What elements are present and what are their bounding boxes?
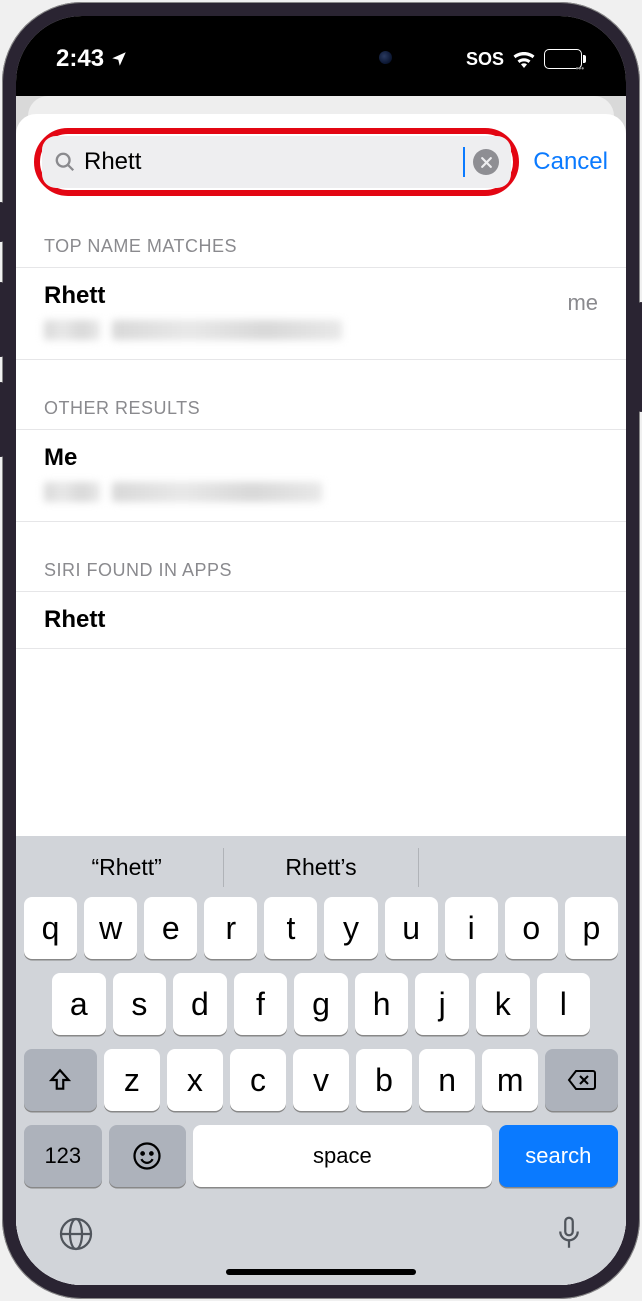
home-indicator[interactable] bbox=[226, 1269, 416, 1275]
redacted-text bbox=[112, 320, 342, 340]
battery-percent: 31 bbox=[556, 51, 570, 66]
key-l[interactable]: l bbox=[537, 973, 591, 1035]
results-list: TOP NAME MATCHES Rhett me OTHER RESULTS … bbox=[16, 206, 626, 836]
key-b[interactable]: b bbox=[356, 1049, 412, 1111]
text-cursor bbox=[463, 147, 465, 177]
status-time: 2:43 bbox=[56, 45, 104, 73]
section-header-siri: SIRI FOUND IN APPS bbox=[16, 560, 626, 592]
power-button bbox=[638, 302, 642, 412]
key-f[interactable]: f bbox=[234, 973, 288, 1035]
key-row-1: qwertyuiop bbox=[22, 897, 620, 959]
sos-label: SOS bbox=[466, 49, 504, 70]
key-e[interactable]: e bbox=[144, 897, 197, 959]
wifi-icon bbox=[512, 50, 536, 68]
dynamic-island bbox=[236, 34, 406, 80]
key-d[interactable]: d bbox=[173, 973, 227, 1035]
redacted-text bbox=[44, 320, 100, 340]
key-c[interactable]: c bbox=[230, 1049, 286, 1111]
redacted-text bbox=[44, 482, 100, 502]
keyboard: “Rhett” Rhett’s qwertyuiop asdfghjkl zxc… bbox=[16, 836, 626, 1285]
annotation-highlight bbox=[34, 128, 519, 196]
key-w[interactable]: w bbox=[84, 897, 137, 959]
me-badge: me bbox=[567, 290, 598, 316]
key-t[interactable]: t bbox=[264, 897, 317, 959]
key-h[interactable]: h bbox=[355, 973, 409, 1035]
search-input[interactable] bbox=[84, 148, 461, 176]
section-header-top: TOP NAME MATCHES bbox=[16, 236, 626, 268]
suggestion-2[interactable]: Rhett’s bbox=[224, 848, 418, 887]
redacted-text bbox=[112, 482, 322, 502]
key-p[interactable]: p bbox=[565, 897, 618, 959]
key-z[interactable]: z bbox=[104, 1049, 160, 1111]
volume-down-button bbox=[0, 382, 4, 457]
search-icon bbox=[54, 151, 76, 173]
key-x[interactable]: x bbox=[167, 1049, 223, 1111]
key-i[interactable]: i bbox=[445, 897, 498, 959]
volume-up-button bbox=[0, 282, 4, 357]
key-q[interactable]: q bbox=[24, 897, 77, 959]
key-s[interactable]: s bbox=[113, 973, 167, 1035]
emoji-key[interactable] bbox=[109, 1125, 187, 1187]
result-title: Rhett bbox=[44, 606, 598, 634]
key-u[interactable]: u bbox=[385, 897, 438, 959]
key-n[interactable]: n bbox=[419, 1049, 475, 1111]
key-g[interactable]: g bbox=[294, 973, 348, 1035]
result-row-top[interactable]: Rhett me bbox=[16, 268, 626, 360]
key-r[interactable]: r bbox=[204, 897, 257, 959]
space-key[interactable]: space bbox=[193, 1125, 491, 1187]
key-a[interactable]: a bbox=[52, 973, 106, 1035]
search-field[interactable] bbox=[42, 136, 511, 188]
key-row-3: zxcvbnm bbox=[22, 1049, 620, 1111]
result-row-other[interactable]: Me bbox=[16, 430, 626, 522]
result-title: Rhett bbox=[44, 282, 598, 310]
key-row-4: 123 space search bbox=[22, 1125, 620, 1187]
search-sheet: Cancel TOP NAME MATCHES Rhett me O bbox=[16, 114, 626, 1285]
numbers-key[interactable]: 123 bbox=[24, 1125, 102, 1187]
screen: 2:43 SOS 31 ••• bbox=[16, 16, 626, 1285]
result-row-siri[interactable]: Rhett bbox=[16, 592, 626, 649]
section-header-other: OTHER RESULTS bbox=[16, 398, 626, 430]
dictation-icon[interactable] bbox=[554, 1215, 584, 1253]
key-k[interactable]: k bbox=[476, 973, 530, 1035]
phone-frame: 2:43 SOS 31 ••• bbox=[2, 2, 640, 1299]
key-m[interactable]: m bbox=[482, 1049, 538, 1111]
suggestion-3[interactable] bbox=[419, 848, 612, 887]
key-v[interactable]: v bbox=[293, 1049, 349, 1111]
key-y[interactable]: y bbox=[324, 897, 377, 959]
shift-key[interactable] bbox=[24, 1049, 97, 1111]
side-button bbox=[0, 202, 4, 242]
key-j[interactable]: j bbox=[415, 973, 469, 1035]
clear-button[interactable] bbox=[473, 149, 499, 175]
result-title: Me bbox=[44, 444, 598, 472]
location-icon bbox=[110, 50, 128, 68]
front-camera-icon bbox=[379, 51, 392, 64]
suggestion-1[interactable]: “Rhett” bbox=[30, 848, 224, 887]
suggestion-bar: “Rhett” Rhett’s bbox=[22, 848, 620, 897]
key-o[interactable]: o bbox=[505, 897, 558, 959]
backspace-key[interactable] bbox=[545, 1049, 618, 1111]
key-row-2: asdfghjkl bbox=[22, 973, 620, 1035]
globe-icon[interactable] bbox=[58, 1216, 94, 1252]
cancel-button[interactable]: Cancel bbox=[529, 148, 608, 176]
search-key[interactable]: search bbox=[499, 1125, 618, 1187]
